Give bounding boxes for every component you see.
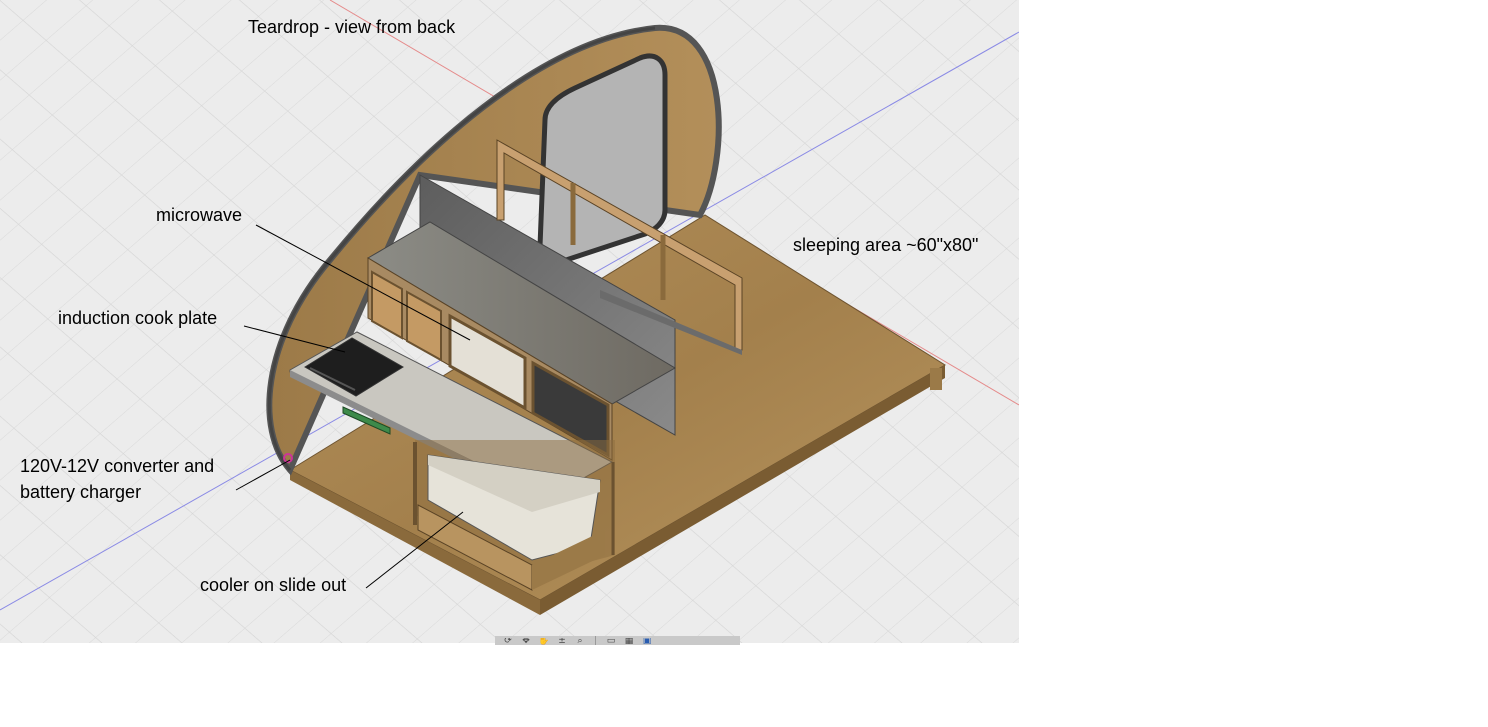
drawing-title: Teardrop - view from back — [248, 17, 456, 37]
navigation-toolbar: ⟳ ✥ ✋ ± ⌕ ▭ ▦ ▣ — [495, 636, 740, 645]
hand-icon[interactable]: ✋ — [537, 638, 551, 645]
3d-viewport[interactable]: Teardrop - view from back microwave indu… — [0, 0, 1019, 643]
viewports-icon[interactable]: ▣ — [640, 638, 654, 645]
display-settings-icon[interactable]: ▭ — [604, 638, 618, 645]
grid-icon[interactable]: ▦ — [622, 638, 636, 645]
floor-leg — [930, 368, 942, 390]
pan-icon[interactable]: ✥ — [519, 638, 533, 645]
converter-label-line1: 120V-12V converter and — [20, 456, 215, 476]
converter-label-line2: battery charger — [20, 482, 142, 502]
toolbar-divider — [595, 636, 596, 645]
sleeping-area-label: sleeping area ~60"x80" — [793, 235, 979, 255]
microwave-label: microwave — [156, 205, 243, 225]
zoom-icon[interactable]: ± — [555, 638, 569, 645]
zoom-window-icon[interactable]: ⌕ — [573, 638, 587, 645]
orbit-icon[interactable]: ⟳ — [501, 638, 515, 645]
induction-label: induction cook plate — [58, 308, 218, 328]
cooler-label: cooler on slide out — [200, 575, 347, 595]
